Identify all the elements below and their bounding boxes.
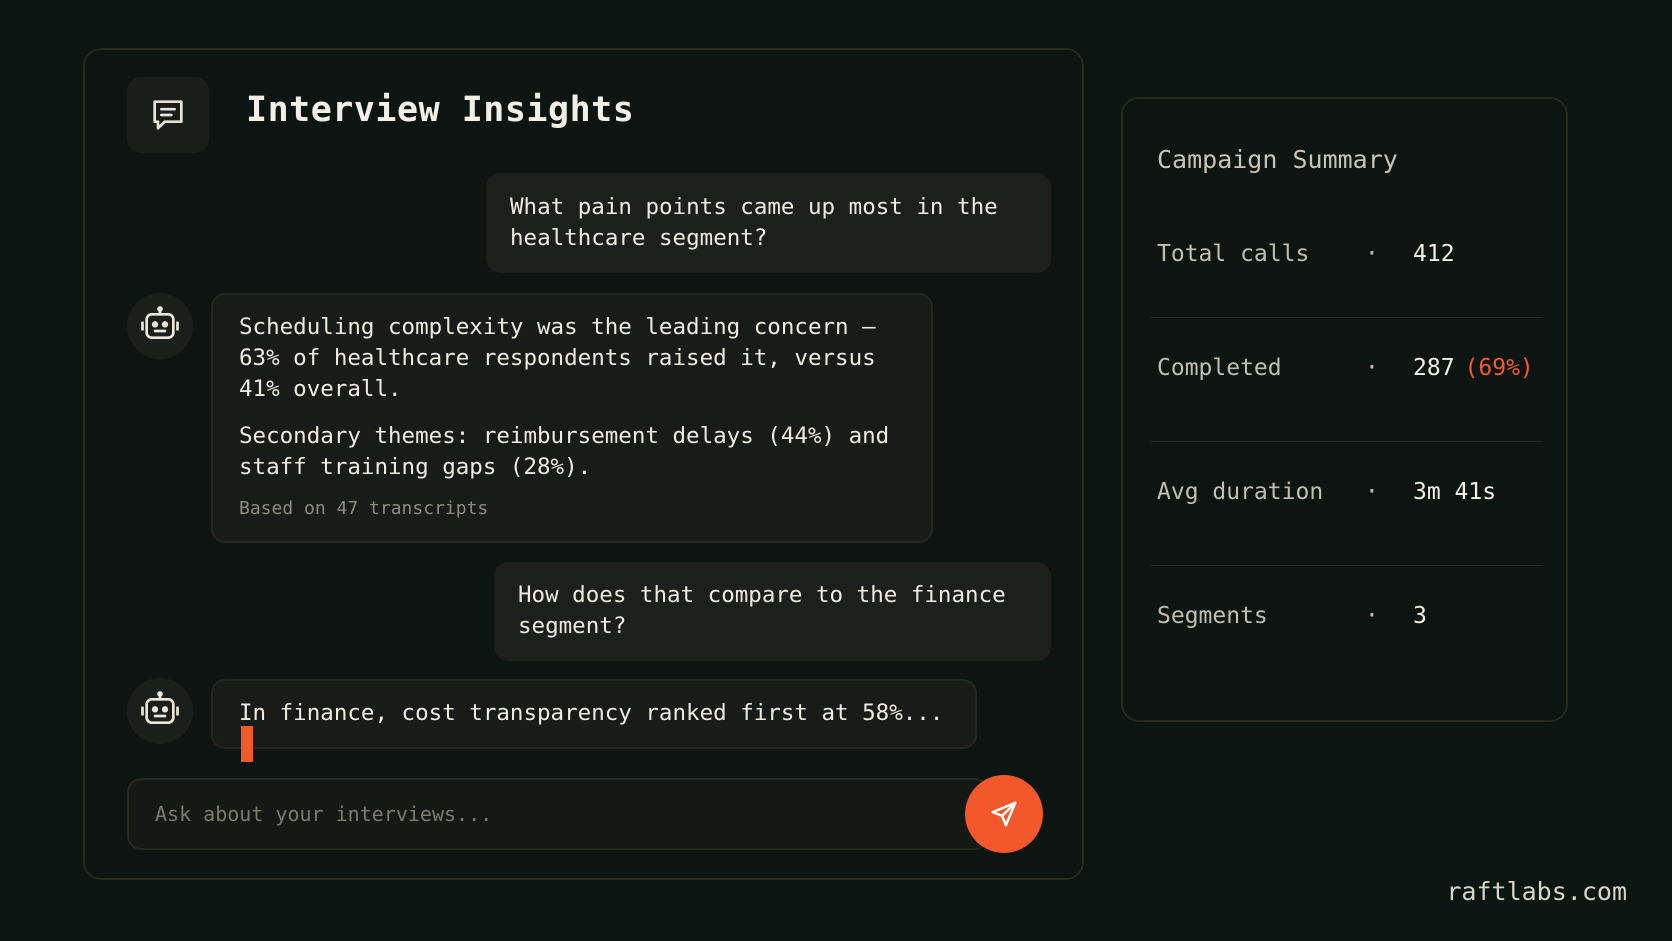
typing-cursor bbox=[241, 726, 253, 762]
user-message-text: How does that compare to the finance seg… bbox=[518, 582, 1006, 639]
robot-icon bbox=[127, 678, 193, 744]
chat-bubble-icon bbox=[127, 77, 209, 153]
source-note: Based on 47 transcripts bbox=[239, 498, 489, 519]
campaign-summary-panel: Campaign Summary Total calls · 412 Compl… bbox=[1121, 97, 1568, 722]
summary-label: Completed bbox=[1157, 355, 1282, 381]
summary-title: Campaign Summary bbox=[1157, 145, 1398, 174]
send-button[interactable] bbox=[965, 775, 1043, 853]
send-icon bbox=[991, 801, 1017, 827]
brand-watermark: raftlabs.com bbox=[1446, 877, 1627, 906]
separator-dot: · bbox=[1365, 603, 1379, 629]
completion-percent: (69%) bbox=[1464, 355, 1534, 381]
robot-icon bbox=[127, 293, 193, 359]
assistant-message-text: In finance, cost transparency ranked fir… bbox=[239, 700, 944, 726]
summary-row-total-calls: Total calls · 412 bbox=[1151, 192, 1543, 316]
chat-title: Interview Insights bbox=[246, 90, 635, 130]
assistant-paragraph: Secondary themes: reimbursement delays (… bbox=[239, 423, 890, 480]
assistant-message: Scheduling complexity was the leading co… bbox=[211, 293, 933, 543]
summary-row-completed: Completed · 287 (69%) bbox=[1151, 306, 1543, 430]
chat-input[interactable] bbox=[155, 802, 855, 826]
assistant-message-streaming: In finance, cost transparency ranked fir… bbox=[211, 679, 977, 762]
user-message: How does that compare to the finance seg… bbox=[494, 562, 1051, 661]
summary-value: 3 bbox=[1413, 603, 1427, 629]
summary-label: Segments bbox=[1157, 603, 1268, 629]
summary-label: Total calls bbox=[1157, 241, 1310, 267]
chat-panel: Interview Insights What pain points came… bbox=[83, 48, 1084, 880]
user-message-text: What pain points came up most in the hea… bbox=[510, 194, 998, 251]
separator-dot: · bbox=[1365, 241, 1379, 267]
summary-row-segments: Segments · 3 bbox=[1151, 554, 1543, 678]
chat-input-container[interactable] bbox=[127, 778, 989, 850]
separator-dot: · bbox=[1365, 479, 1379, 505]
summary-row-avg-duration: Avg duration · 3m 41s bbox=[1151, 430, 1543, 554]
summary-value: 3m 41s bbox=[1413, 479, 1497, 505]
assistant-paragraph: Scheduling complexity was the leading co… bbox=[239, 314, 876, 402]
summary-value: 287 bbox=[1413, 355, 1455, 381]
user-message: What pain points came up most in the hea… bbox=[486, 173, 1051, 273]
summary-label: Avg duration bbox=[1157, 479, 1324, 505]
separator-dot: · bbox=[1365, 355, 1379, 381]
summary-value: 412 bbox=[1413, 241, 1455, 267]
